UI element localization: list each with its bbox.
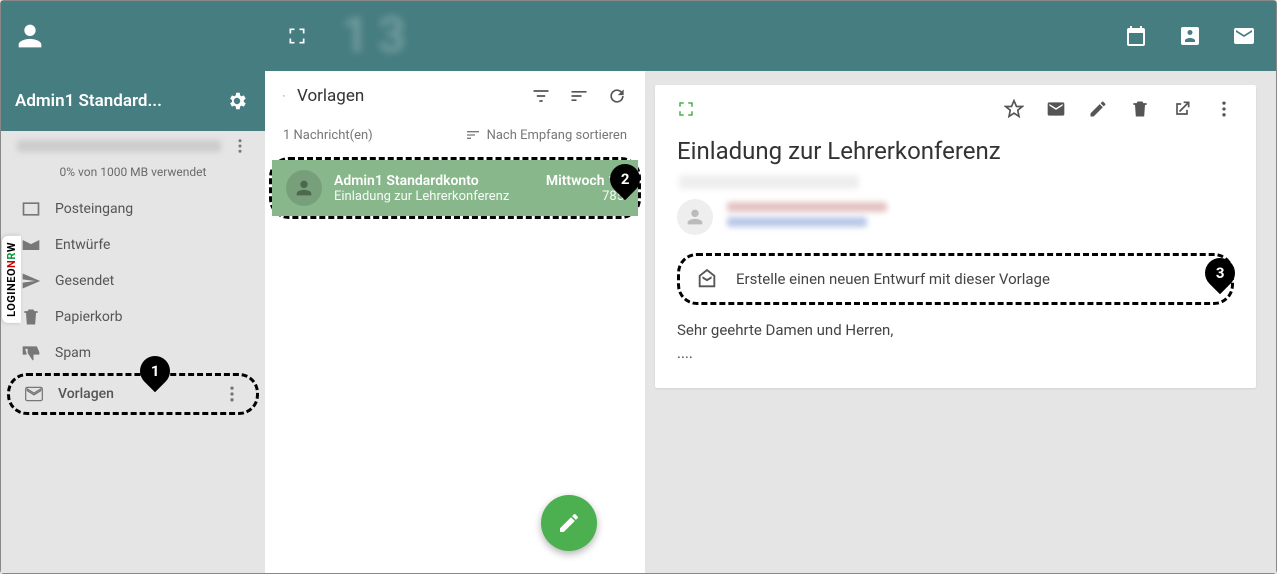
folder-label: Vorlagen <box>58 386 114 402</box>
message-subject: Einladung zur Lehrerkonferenz <box>334 189 509 204</box>
background-date-blur: 13 <box>341 7 414 65</box>
folder-label: Entwürfe <box>55 237 110 253</box>
sort-label: Nach Empfang sortieren <box>487 128 627 143</box>
contacts-icon[interactable] <box>1176 22 1204 50</box>
folder-templates[interactable]: Vorlagen <box>10 376 256 412</box>
refresh-icon[interactable] <box>607 86 627 106</box>
side-tab-base: LOGINEO <box>5 268 18 317</box>
storage-line: 0% von 1000 MB verwendet <box>1 165 265 187</box>
message-item[interactable]: Admin1 Standardkonto Mittwoch 13 Einladu… <box>272 160 638 216</box>
sender-date-blur <box>679 175 859 189</box>
folder-drafts[interactable]: Entwürfe <box>1 227 265 263</box>
sort-icon[interactable] <box>569 86 589 106</box>
folder-label: Posteingang <box>55 201 133 217</box>
compose-button[interactable] <box>541 495 597 551</box>
delete-icon[interactable] <box>1130 99 1150 123</box>
folder-label: Papierkorb <box>55 309 123 325</box>
folder-label: Spam <box>55 345 91 361</box>
folder-trash[interactable]: Papierkorb <box>1 299 265 335</box>
avatar-icon <box>13 19 47 53</box>
top-toolbar: 13 <box>1 1 1276 71</box>
body-line: .... <box>677 342 1234 365</box>
folder-inbox[interactable]: Posteingang <box>1 191 265 227</box>
sender-email-blur <box>727 217 867 227</box>
sort-button[interactable]: Nach Empfang sortieren <box>465 127 627 143</box>
folder-sent[interactable]: Gesendet <box>1 263 265 299</box>
message-from: Admin1 Standardkonto <box>334 173 479 189</box>
logineo-side-tab[interactable]: LOGINEONRW <box>2 236 21 323</box>
fullscreen-icon[interactable] <box>283 22 311 50</box>
sidebar: Admin1 Standard... 0% von 1000 MB verwen… <box>1 71 265 573</box>
mail-icon[interactable] <box>1230 22 1258 50</box>
reading-title: Einladung zur Lehrerkonferenz <box>677 137 1234 165</box>
body-line: Sehr geehrte Damen und Herren, <box>677 319 1234 342</box>
message-avatar-icon <box>286 170 322 206</box>
open-external-icon[interactable] <box>1172 99 1192 123</box>
expand-icon[interactable] <box>677 100 695 122</box>
star-icon[interactable] <box>1004 99 1024 123</box>
message-count: 1 Nachricht(en) <box>283 128 373 143</box>
sender-avatar-icon <box>677 199 713 235</box>
create-draft-button[interactable]: Erstelle einen neuen Entwurf mit dieser … <box>680 256 1231 302</box>
profile-name: Admin1 Standard... <box>15 91 162 111</box>
search-input[interactable] <box>297 86 519 106</box>
sender-name-blur <box>727 202 887 212</box>
more-icon[interactable] <box>1214 99 1234 123</box>
account-more-icon[interactable] <box>231 137 249 155</box>
filter-icon[interactable] <box>531 86 551 106</box>
profile-banner: Admin1 Standard... <box>1 71 265 131</box>
search-icon[interactable] <box>283 85 285 107</box>
folder-label: Gesendet <box>55 273 114 289</box>
create-draft-label: Erstelle einen neuen Entwurf mit dieser … <box>736 270 1050 288</box>
message-list-panel: 1 Nachricht(en) Nach Empfang sortieren A… <box>265 71 645 573</box>
reading-pane: Einladung zur Lehrerkonferenz Erstelle e… <box>645 71 1276 573</box>
account-email-blur <box>17 140 221 152</box>
mark-read-icon[interactable] <box>1046 99 1066 123</box>
edit-icon[interactable] <box>1088 99 1108 123</box>
folder-more-icon[interactable] <box>222 384 242 404</box>
folder-spam[interactable]: Spam <box>1 335 265 371</box>
calendar-icon[interactable] <box>1122 22 1150 50</box>
gear-icon[interactable] <box>223 87 251 115</box>
